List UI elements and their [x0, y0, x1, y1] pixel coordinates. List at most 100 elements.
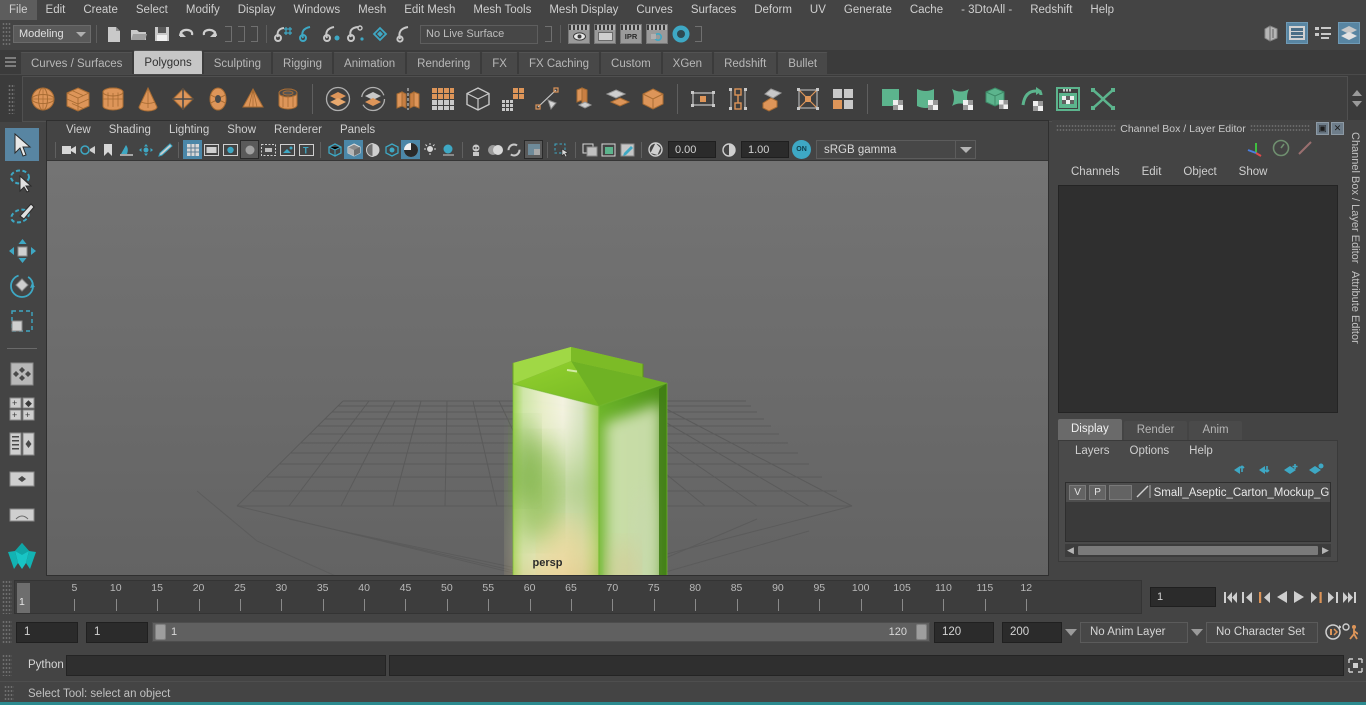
layer-visibility-toggle[interactable]: V	[1069, 485, 1087, 500]
isolate-select-icon[interactable]	[524, 140, 543, 159]
scroll-left-icon[interactable]: ◀	[1065, 545, 1076, 556]
poly-cone-icon[interactable]	[130, 78, 165, 120]
undo-icon[interactable]	[174, 22, 198, 46]
poly-plane-icon[interactable]	[165, 78, 200, 120]
uv-automatic-icon[interactable]	[980, 78, 1015, 120]
shelf-tab-custom[interactable]: Custom	[600, 52, 662, 74]
new-scene-icon[interactable]	[102, 22, 126, 46]
uv-cylindrical-icon[interactable]	[910, 78, 945, 120]
shelf-grip[interactable]	[0, 75, 22, 123]
layer-menu-layers[interactable]: Layers	[1065, 445, 1120, 457]
shelf-tab-fx[interactable]: FX	[481, 52, 518, 74]
shadows-icon[interactable]	[439, 140, 458, 159]
range-slider[interactable]: 1 120	[152, 622, 930, 642]
move-layer-up-icon[interactable]	[1233, 463, 1249, 479]
panel-grip-left[interactable]	[1056, 124, 1117, 133]
flat-shade-icon[interactable]	[363, 140, 382, 159]
menu-uv[interactable]: UV	[801, 0, 835, 20]
layer-playback-toggle[interactable]: P	[1089, 485, 1107, 500]
snapshot-icon[interactable]	[580, 140, 599, 159]
bookmark-icon[interactable]	[98, 140, 117, 159]
channelbox-menu-channels[interactable]: Channels	[1060, 166, 1131, 178]
create-polygon-tool-icon[interactable]	[530, 78, 565, 120]
play-backwards-icon[interactable]	[1273, 586, 1290, 608]
menu-mesh-tools[interactable]: Mesh Tools	[464, 0, 540, 20]
animation-preferences-icon[interactable]	[1341, 621, 1358, 643]
list-item[interactable]: V P Small_Aseptic_Carton_Mockup_Green	[1066, 483, 1330, 502]
gamma-icon[interactable]	[719, 140, 738, 159]
image-plane-icon[interactable]	[117, 140, 136, 159]
statusline-grip[interactable]	[2, 22, 11, 46]
close-icon[interactable]: ✕	[1331, 122, 1344, 135]
menu-file[interactable]: File	[0, 0, 37, 20]
camera-attributes-icon[interactable]	[79, 140, 98, 159]
rotate-tool-button[interactable]	[5, 269, 39, 302]
viewport-menu-renderer[interactable]: Renderer	[265, 124, 331, 136]
channel-box-icon[interactable]	[1312, 22, 1334, 44]
layer-list[interactable]: V P Small_Aseptic_Carton_Mockup_Green	[1065, 482, 1331, 542]
new-layer-icon[interactable]	[1283, 463, 1299, 479]
layer-display-type-chip[interactable]	[1109, 485, 1132, 500]
viewport-menu-panels[interactable]: Panels	[331, 124, 384, 136]
layer-list-horizontal-scrollbar[interactable]: ◀ ▶	[1065, 544, 1331, 557]
color-space-selector[interactable]: sRGB gamma	[816, 140, 956, 159]
character-set-selector[interactable]: No Character Set	[1206, 621, 1318, 643]
render-current-frame-icon[interactable]	[568, 24, 590, 44]
poly-pipe-icon[interactable]	[270, 78, 305, 120]
shelf-tab-animation[interactable]: Animation	[333, 52, 407, 74]
panel-grip-right[interactable]	[1249, 124, 1310, 133]
step-forward-frame-icon[interactable]	[1307, 586, 1324, 608]
range-slider-right-handle[interactable]	[916, 624, 927, 640]
range-start-time-field[interactable]: 1	[86, 621, 148, 643]
move-layer-down-icon[interactable]	[1258, 463, 1274, 479]
lasso-select-tool-button[interactable]	[5, 163, 39, 196]
scroll-down-icon[interactable]	[1352, 101, 1362, 107]
layer-editor-icon[interactable]	[1338, 22, 1360, 44]
step-forward-keyframe-icon[interactable]	[1324, 586, 1341, 608]
range-slider-grip[interactable]	[2, 620, 12, 644]
multi-cut-icon[interactable]	[790, 78, 825, 120]
command-output-field[interactable]	[389, 654, 1344, 676]
layer-name[interactable]: Small_Aseptic_Carton_Mockup_Green	[1154, 487, 1330, 499]
menu-cache[interactable]: Cache	[901, 0, 952, 20]
shelf-scroll-buttons[interactable]	[1348, 76, 1366, 122]
xray-joints-icon[interactable]	[278, 140, 297, 159]
undock-icon[interactable]: ▣	[1316, 122, 1329, 135]
speedometer-icon[interactable]	[1272, 139, 1290, 160]
character-set-chevron-down-icon[interactable]	[1188, 628, 1206, 636]
paint-select-tool-button[interactable]	[5, 199, 39, 232]
save-scene-icon[interactable]	[150, 22, 174, 46]
slash-icon[interactable]	[1296, 139, 1314, 160]
range-end-time-field[interactable]: 120	[934, 621, 994, 643]
menu-windows[interactable]: Windows	[284, 0, 349, 20]
vtab-channel-box-layer-editor[interactable]: Channel Box / Layer Editor	[1347, 128, 1363, 267]
channel-box-content[interactable]	[1058, 185, 1338, 413]
bevel-icon[interactable]	[600, 78, 635, 120]
go-to-end-icon[interactable]	[1341, 586, 1358, 608]
color-space-chevron-down-icon[interactable]	[956, 140, 976, 159]
snap-settings-button[interactable]: + ◆ + +	[5, 392, 39, 425]
layer-color-swatch-icon[interactable]	[1135, 484, 1151, 502]
boolean-union-icon[interactable]	[320, 78, 355, 120]
exposure-value-field[interactable]: 0.00	[668, 141, 716, 158]
film-origin-icon[interactable]	[259, 140, 278, 159]
uv-spherical-icon[interactable]	[945, 78, 980, 120]
shelf-tab-curves-surfaces[interactable]: Curves / Surfaces	[20, 52, 134, 74]
scale-tool-button[interactable]	[5, 305, 39, 338]
menu-redshift[interactable]: Redshift	[1021, 0, 1081, 20]
boolean-difference-icon[interactable]	[355, 78, 390, 120]
shelf-tab-fx-caching[interactable]: FX Caching	[517, 52, 601, 74]
target-weld-icon[interactable]	[825, 78, 860, 120]
script-editor-icon[interactable]	[1344, 654, 1366, 676]
camera-select-icon[interactable]	[60, 140, 79, 159]
range-slider-left-handle[interactable]	[155, 624, 166, 640]
poly-torus-icon[interactable]	[200, 78, 235, 120]
channelbox-menu-show[interactable]: Show	[1228, 166, 1279, 178]
use-lights-icon[interactable]	[420, 140, 439, 159]
offset-edge-loop-icon[interactable]	[755, 78, 790, 120]
channelbox-menu-object[interactable]: Object	[1172, 166, 1227, 178]
last-tool-used-button[interactable]	[5, 357, 39, 390]
append-polygon-icon[interactable]	[685, 78, 720, 120]
bridge-icon[interactable]	[635, 78, 670, 120]
select-tool-button[interactable]	[5, 128, 39, 162]
